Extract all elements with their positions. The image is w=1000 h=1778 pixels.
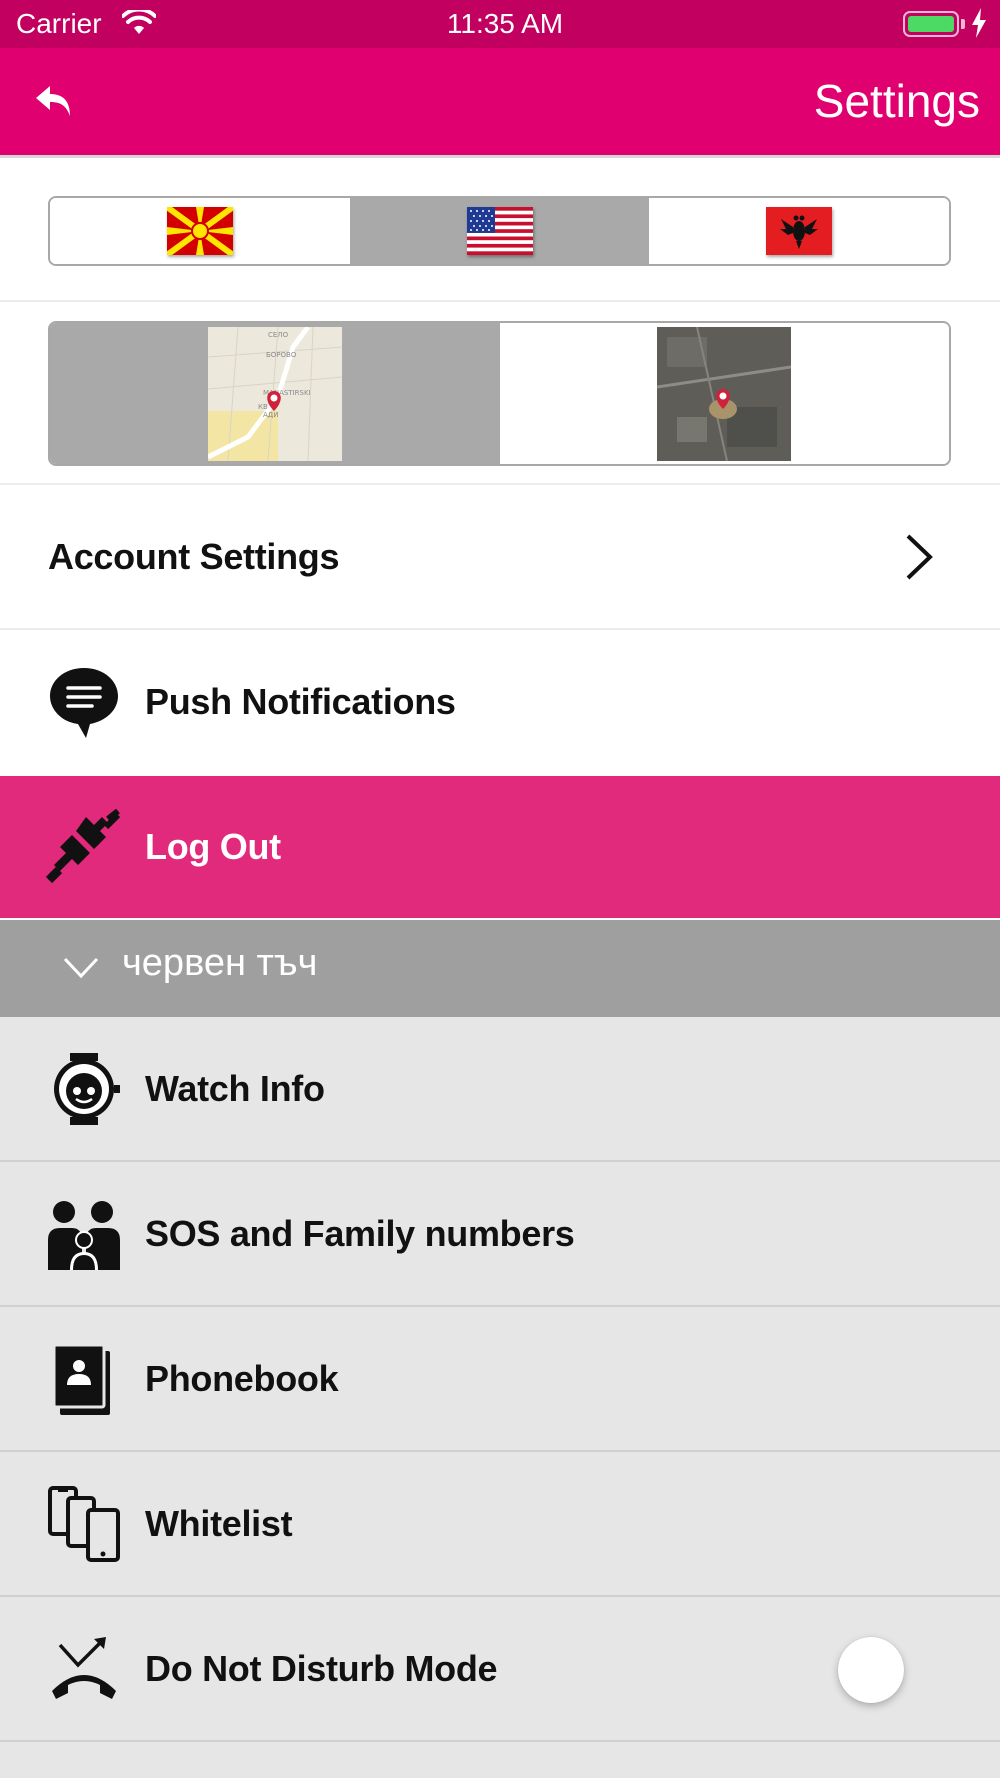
standard-map-thumbnail: СЕЛОБОРОВО MANASTIRSKIКВАДИ [207,326,342,461]
watch-icon [54,1053,120,1125]
albania-flag-icon [766,207,833,255]
phonebook-icon [52,1343,110,1415]
account-settings-row[interactable]: Account Settings [0,485,1000,629]
whitelist-label: Whitelist [145,1503,293,1544]
language-option-english[interactable] [349,198,650,264]
do-not-disturb-label: Do Not Disturb Mode [145,1648,498,1689]
do-not-disturb-toggle[interactable] [838,1637,904,1703]
unplug-icon [46,809,121,884]
push-notifications-row[interactable]: Push Notifications [0,630,1000,774]
language-option-macedonian[interactable] [50,198,350,264]
back-arrow-icon[interactable] [34,82,78,122]
chat-bubble-icon [50,668,118,738]
log-out-button[interactable]: Log Out [0,776,1000,918]
log-out-label: Log Out [145,826,281,867]
status-time: 11:35 AM [446,8,564,39]
map-option-standard[interactable]: СЕЛО БОРОВО MANASTIRSKI КВ АДИ [50,323,500,464]
svg-text:АДИ: АДИ [263,411,279,419]
svg-text:СЕЛО: СЕЛО [268,331,289,339]
device-name: червен тъч [122,942,318,984]
list-item [0,1742,1000,1778]
nav-bar: Settings [0,48,1000,155]
satellite-map-thumbnail [657,326,792,461]
watch-info-row[interactable]: Watch Info [0,1017,1000,1161]
language-option-albanian[interactable] [649,198,949,264]
do-not-disturb-icon [52,1637,116,1699]
svg-text:БОРОВО: БОРОВО [266,351,297,359]
battery-tip [961,19,965,29]
whitelist-icon [48,1486,120,1562]
push-notifications-label: Push Notifications [145,681,456,722]
chevron-down-icon [63,957,99,979]
whitelist-row[interactable]: Whitelist [0,1452,1000,1596]
sos-family-numbers-row[interactable]: SOS and Family numbers [0,1162,1000,1306]
phonebook-label: Phonebook [145,1358,339,1399]
watch-info-label: Watch Info [145,1068,325,1109]
page-title: Settings [813,75,980,127]
section-divider [0,300,1000,302]
account-settings-label: Account Settings [48,536,340,577]
svg-text:КВ: КВ [258,403,268,411]
sos-family-numbers-label: SOS and Family numbers [145,1213,575,1254]
status-bar: Carrier 11:35 AM [0,0,1000,48]
chevron-right-icon [906,534,933,580]
map-type-selector: СЕЛО БОРОВО MANASTIRSKI КВ АДИ [48,321,951,466]
phonebook-row[interactable]: Phonebook [0,1307,1000,1451]
language-selector [48,196,951,266]
battery-icon [903,11,959,37]
device-group-header[interactable]: червен тъч [0,920,1000,1017]
macedonia-flag-icon [166,207,233,255]
nav-divider [0,155,1000,158]
family-icon [48,1201,120,1270]
map-option-satellite[interactable] [499,323,949,464]
usa-flag-icon [466,207,533,255]
charging-bolt-icon [972,8,986,38]
